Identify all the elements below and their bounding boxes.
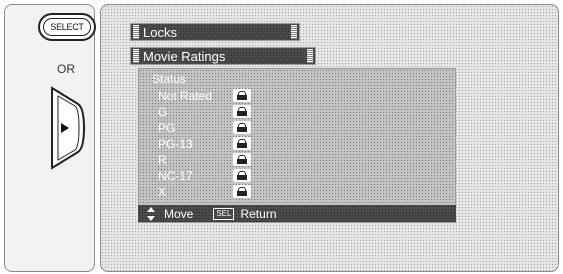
select-button[interactable]: SELECT [38,13,96,41]
rating-row-g[interactable]: G [158,104,251,119]
bar-right-cap [307,49,313,63]
menu-bar-locks[interactable]: Locks [130,23,300,41]
rating-row-pg[interactable]: PG [158,120,251,135]
rating-label: Not Rated [158,88,213,103]
lock-icon [233,105,251,118]
rating-label: R [158,152,167,167]
sel-key-icon: SEL [213,207,235,220]
select-button-label: SELECT [50,22,84,32]
rating-row-r[interactable]: R [158,152,251,167]
rating-row-not-rated[interactable]: Not Rated [158,88,251,103]
rating-label: NC-17 [158,168,193,183]
move-label: Move [164,206,194,221]
lock-icon [233,153,251,166]
or-label: OR [57,62,75,76]
lock-icon [233,121,251,134]
bar-right-cap [291,25,297,39]
rating-label: PG-13 [158,136,193,151]
status-heading: Status [152,72,187,86]
menu-bar-movie-ratings[interactable]: Movie Ratings [130,47,316,65]
rating-label: PG [158,120,176,135]
dpad-right-button[interactable] [48,86,86,170]
rating-row-pg-13[interactable]: PG-13 [158,136,251,151]
up-down-arrow-icon [147,206,155,221]
lock-icon [233,169,251,182]
bar-left-cap [133,25,139,39]
rating-row-nc-17[interactable]: NC-17 [158,168,251,183]
lock-icon [233,137,251,150]
lock-icon [233,185,251,198]
lock-icon [233,89,251,102]
rating-label: G [158,104,168,119]
locks-title: Locks [143,24,177,40]
help-bar: Move SEL Return [138,205,456,222]
bar-left-cap [133,49,139,63]
rating-label: X [158,184,167,199]
movie-ratings-title: Movie Ratings [143,48,226,64]
rating-row-x[interactable]: X [158,184,251,199]
return-label: Return [240,206,277,221]
